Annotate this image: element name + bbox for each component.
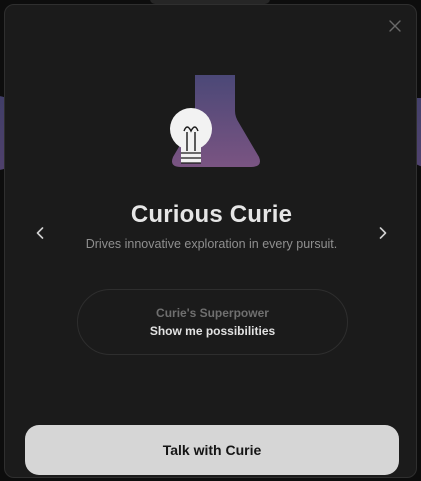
superpower-card: Curie's Superpower Show me possibilities <box>77 289 348 355</box>
persona-illustration <box>165 75 265 171</box>
persona-tagline: Drives innovative exploration in every p… <box>85 237 338 251</box>
talk-with-persona-button[interactable]: Talk with Curie <box>25 425 399 475</box>
close-button[interactable] <box>386 17 404 35</box>
persona-title: Curious Curie <box>130 201 293 228</box>
chevron-right-icon <box>379 227 387 239</box>
persona-modal: Curious Curie Drives innovative explorat… <box>4 4 417 478</box>
superpower-value: Show me possibilities <box>149 324 276 338</box>
superpower-label: Curie's Superpower <box>156 306 269 320</box>
close-icon <box>389 20 401 32</box>
next-persona-button[interactable] <box>373 223 393 243</box>
